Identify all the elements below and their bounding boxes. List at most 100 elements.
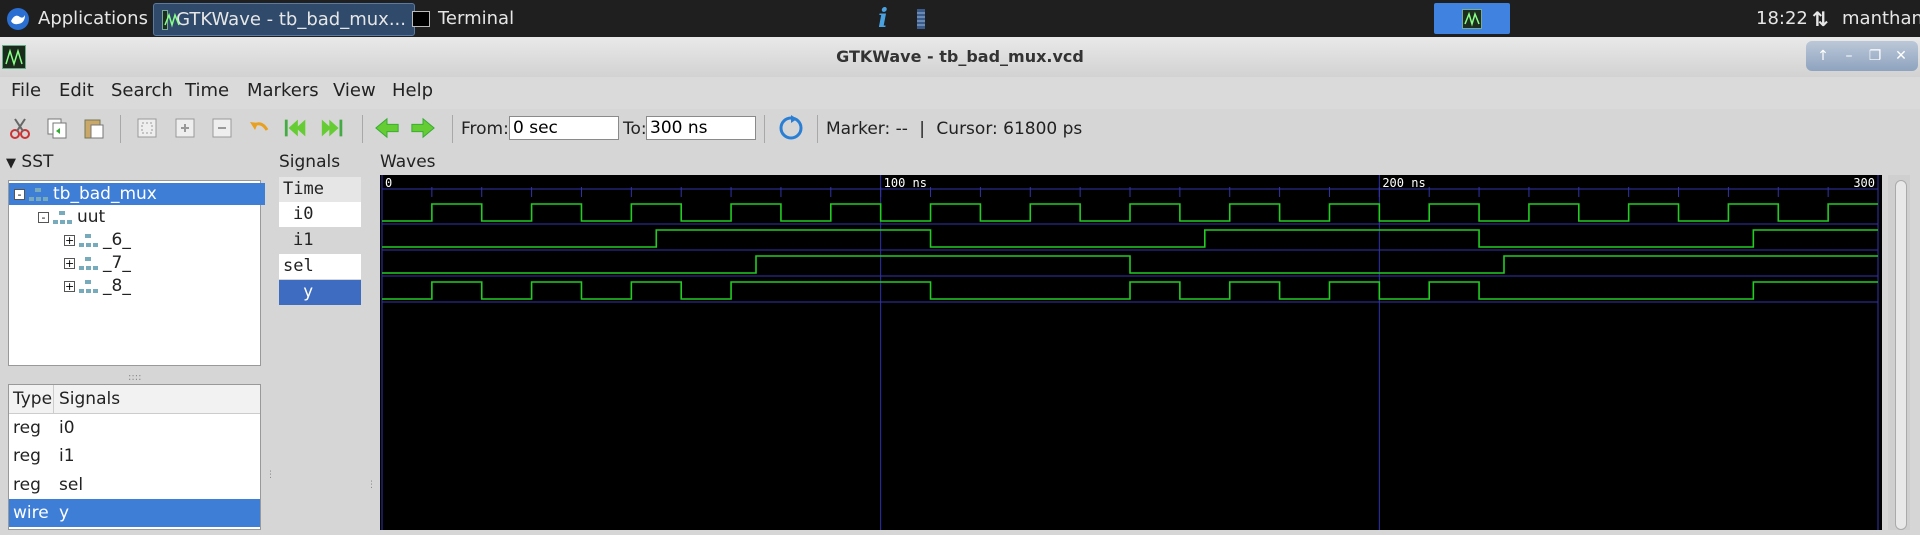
signal-type: reg [13,446,41,466]
signal-label: i1 [293,230,314,250]
applications-label: Applications [38,8,148,29]
signal-label: Time [283,179,324,199]
tree-node-7[interactable]: + _7_ [9,252,131,274]
toolbar-separator [452,115,453,143]
reload-icon[interactable] [778,115,804,141]
toolbar: From: To: Marker: -- | Cursor: 61800 ps [0,109,1920,149]
type-column-header[interactable]: Type [13,385,52,413]
tree-node-label: _6_ [103,230,131,250]
readout-divider: | [919,119,926,139]
marker-readout: Marker: -- | Cursor: 61800 ps [826,119,1082,139]
window-close-icon[interactable]: ✕ [1890,46,1912,66]
zoom-to-start-icon[interactable] [283,115,309,141]
scrollbar-thumb[interactable] [1895,180,1907,530]
module-icon [53,210,73,224]
expand-icon[interactable]: + [64,257,75,269]
signal-row-y[interactable]: y [279,280,361,305]
time-tick-label: 300 [1853,176,1875,190]
find-previous-edge-icon[interactable] [374,115,400,141]
pane-splitter-handle[interactable]: :::: [128,372,141,383]
signal-row-time[interactable]: Time [279,177,361,202]
signals-pane-label: Signals [279,152,341,172]
window-minimize-icon[interactable]: – [1838,46,1860,66]
workspace-switcher[interactable] [1434,3,1510,34]
signal-row-sel[interactable]: sel [279,254,361,279]
module-icon [79,256,99,270]
taskbar-task-terminal[interactable]: Terminal [404,3,522,34]
signal-type: reg [13,475,41,495]
from-time-input[interactable] [509,116,619,140]
tree-node-label: _7_ [103,253,131,273]
to-time-input[interactable] [646,116,756,140]
marker-text: Marker: -- [826,119,908,139]
menu-edit[interactable]: Edit [59,80,94,101]
window-titlebar[interactable]: GTKWave - tb_bad_mux.vcd ↑ – ❐ ✕ [0,37,1920,78]
collapse-icon[interactable]: - [14,188,25,200]
waves-pane-label: Waves [380,152,436,172]
menu-time[interactable]: Time [185,80,229,101]
pane-splitter-handle[interactable]: ⋮ [367,480,376,490]
window-title: GTKWave - tb_bad_mux.vcd [836,47,1084,66]
info-icon[interactable]: i [878,3,888,34]
window-maximize-icon[interactable]: ❐ [1864,46,1886,66]
tree-node-label: _8_ [103,276,131,296]
zoom-fit-icon[interactable] [134,115,160,141]
zoom-to-end-icon[interactable] [320,115,346,141]
column-divider [53,385,54,413]
tree-node-8[interactable]: + _8_ [9,275,131,297]
menu-file[interactable]: File [11,80,41,101]
tree-node-6[interactable]: + _6_ [9,229,131,251]
table-row[interactable]: wire y [9,499,260,527]
toolbar-separator [817,115,818,143]
network-arrows-icon[interactable]: ⇅ [1812,3,1829,34]
menu-search[interactable]: Search [111,80,173,101]
signal-label: y [303,282,314,302]
window-up-icon[interactable]: ↑ [1812,46,1834,66]
undo-zoom-icon[interactable] [246,115,272,141]
menu-view[interactable]: View [333,80,376,101]
table-row[interactable]: reg sel [9,471,260,499]
zoom-out-icon[interactable] [209,115,235,141]
expand-icon[interactable]: + [64,280,75,292]
menu-help[interactable]: Help [392,80,433,101]
taskbar-task-gtkwave[interactable]: GTKWave - tb_bad_mux... [153,3,415,36]
user-menu[interactable]: manthan [1842,3,1920,34]
signal-name: i1 [59,446,75,466]
toolbar-separator [362,115,363,143]
table-row[interactable]: reg i1 [9,442,260,470]
paste-icon[interactable] [81,115,107,141]
sst-expander[interactable]: ▼ SST [6,152,53,172]
copy-icon[interactable] [44,115,70,141]
tree-node-uut[interactable]: - uut [9,206,105,228]
tree-node-tb-bad-mux[interactable]: - tb_bad_mux [9,183,265,205]
signals-list: Time i0 i1 sel y [279,177,361,530]
clock[interactable]: 18:22 [1756,3,1808,34]
signal-row-i0[interactable]: i0 [279,202,361,227]
taskbar: Applications GTKWave - tb_bad_mux... Ter… [0,0,1920,37]
signals-column-header[interactable]: Signals [59,385,120,413]
hierarchy-tree: - tb_bad_mux - uut + _6_ + _7_ + _8_ [8,180,265,366]
menu-markers[interactable]: Markers [247,80,319,101]
time-tick-label: 100 ns [884,176,927,190]
cut-icon[interactable] [7,115,33,141]
applications-menu-button[interactable]: Applications [6,3,148,34]
zoom-in-icon[interactable] [172,115,198,141]
pane-splitter-handle[interactable]: ⋮ [266,470,275,480]
table-row[interactable]: reg i0 [9,414,260,442]
collapse-icon[interactable]: - [38,211,49,223]
module-icon [29,187,49,201]
find-next-edge-icon[interactable] [410,115,436,141]
table-header-row: Type Signals [9,385,260,414]
toolbar-separator [764,115,765,143]
waveform-trace-i0 [382,203,1878,222]
tree-node-label: tb_bad_mux [53,184,157,204]
xfce-logo-icon [6,7,30,31]
toolbar-separator [120,115,121,143]
expand-icon[interactable]: + [64,234,75,246]
waveform-canvas[interactable]: 0 100 ns 200 ns 300 [380,175,1882,530]
terminal-app-icon [412,10,430,27]
waveform-display[interactable]: 0 100 ns 200 ns 300 [380,175,1882,530]
workspace-window-icon [1462,8,1482,29]
waveform-trace-y [382,281,1878,300]
signal-row-i1[interactable]: i1 [279,228,361,253]
